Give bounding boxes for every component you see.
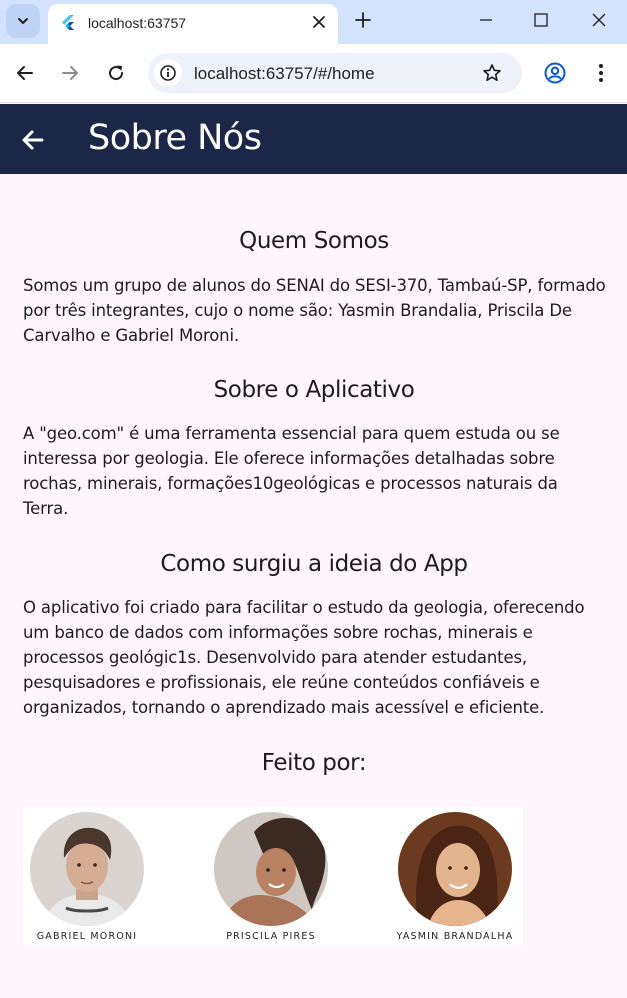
section-title-feito-por: Feito por:	[261, 750, 367, 776]
person-photo-icon	[30, 812, 144, 926]
url-text[interactable]: localhost:63757/#/home	[194, 64, 375, 84]
member-name: PRISCILA PIRES	[226, 931, 316, 942]
kebab-menu-icon[interactable]	[591, 62, 611, 84]
forward-arrow-icon[interactable]	[60, 63, 80, 83]
app-bar: Sobre Nós	[0, 104, 627, 174]
member-name: YASMIN BRANDALHA	[396, 931, 514, 942]
browser-toolbar: localhost:63757/#/home	[0, 44, 627, 103]
section-text-sobre-aplicativo: A "geo.com" é uma ferramenta essencial p…	[23, 424, 560, 518]
avatar	[398, 812, 512, 926]
chevron-down-icon	[18, 18, 28, 24]
person-photo-icon	[214, 812, 328, 926]
avatar	[214, 812, 328, 926]
team-member: GABRIEL MORONI	[24, 812, 154, 942]
section-title-ideia-app: Como surgiu a ideia do App	[160, 551, 468, 577]
person-photo-icon	[398, 812, 512, 926]
avatar	[30, 812, 144, 926]
tab-title: localhost:63757	[88, 15, 187, 31]
back-arrow-icon[interactable]	[20, 127, 46, 153]
section-text-quem-somos: Somos um grupo de alunos do SENAI do SES…	[23, 276, 606, 345]
window-close-icon[interactable]	[591, 12, 607, 28]
maximize-icon[interactable]	[533, 12, 549, 28]
team-member: YASMIN BRANDALHA	[392, 812, 522, 942]
close-icon[interactable]	[310, 13, 328, 31]
site-info-button[interactable]	[154, 59, 182, 87]
reload-icon[interactable]	[106, 63, 126, 83]
bookmark-star-icon[interactable]	[482, 63, 502, 83]
section-title-sobre-aplicativo: Sobre o Aplicativo	[213, 377, 415, 403]
info-icon	[160, 65, 176, 81]
team-photos: GABRIEL MORONI PRISCILA PIRES YASMIN BRA…	[23, 807, 523, 946]
member-name: GABRIEL MORONI	[36, 931, 138, 942]
browser-tab[interactable]: localhost:63757	[48, 4, 338, 44]
flutter-icon	[62, 15, 74, 30]
address-bar[interactable]: localhost:63757/#/home	[148, 53, 522, 93]
back-arrow-icon[interactable]	[15, 63, 35, 83]
section-title-quem-somos: Quem Somos	[239, 228, 389, 254]
profile-icon[interactable]	[544, 62, 566, 84]
team-member: PRISCILA PIRES	[208, 812, 338, 942]
plus-icon[interactable]	[354, 11, 372, 29]
section-text-ideia-app: O aplicativo foi criado para facilitar o…	[23, 598, 585, 717]
minimize-icon[interactable]	[478, 12, 494, 28]
page-title: Sobre Nós	[88, 118, 262, 158]
tab-search-button[interactable]	[6, 4, 40, 38]
browser-tab-strip: localhost:63757	[0, 0, 627, 44]
